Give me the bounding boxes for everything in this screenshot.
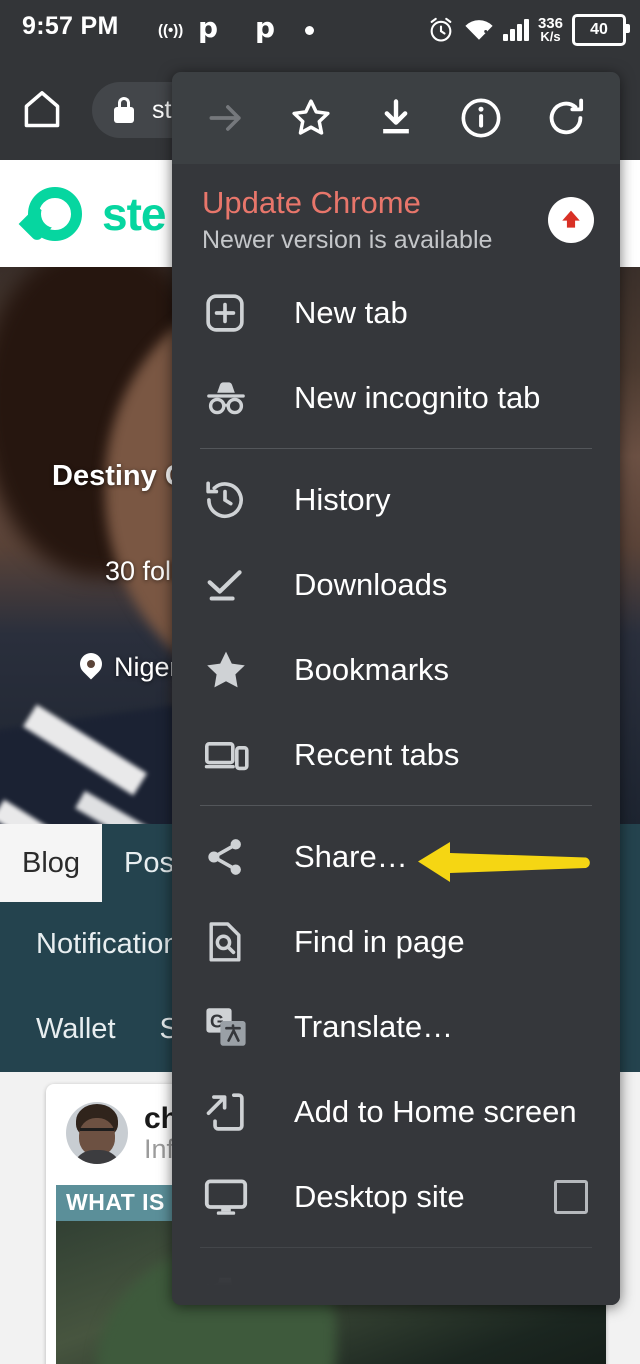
menu-item-translate[interactable]: G Translate… [172, 984, 620, 1069]
chrome-overflow-menu: Update Chrome Newer version is available… [172, 72, 620, 1305]
menu-item-label: Recent tabs [294, 736, 460, 772]
desktop-site-checkbox[interactable] [554, 1179, 588, 1214]
menu-item-label: Settings [294, 1280, 407, 1306]
menu-item-label: Share… [294, 838, 408, 874]
translate-icon: G [202, 1003, 256, 1051]
menu-item-downloads[interactable]: Downloads [172, 542, 620, 627]
menu-item-label: Add to Home screen [294, 1093, 577, 1129]
menu-divider [200, 805, 592, 806]
history-icon [202, 477, 256, 523]
recent-tabs-icon [202, 731, 256, 779]
downloads-icon [202, 562, 256, 608]
android-status-bar: 9:57 PM ((•)) p p 336 K/s 40 [0, 0, 640, 60]
menu-item-label: History [294, 481, 391, 517]
lock-icon [114, 97, 134, 123]
menu-item-label: New incognito tab [294, 379, 541, 415]
location-pin-icon [80, 653, 102, 683]
status-time: 9:57 PM [22, 12, 119, 40]
menu-item-label: Downloads [294, 566, 448, 602]
wifi-icon [465, 20, 494, 40]
find-in-page-icon [202, 919, 256, 965]
menu-item-label: Bookmarks [294, 651, 450, 687]
steemit-logo [18, 181, 88, 247]
menu-item-label: Translate… [294, 1008, 454, 1044]
new-tab-icon [202, 290, 256, 336]
site-name: ste [102, 187, 166, 240]
app-notification-icon-2: p [255, 11, 276, 44]
status-icons: 336 K/s 40 [427, 0, 630, 60]
download-icon[interactable] [366, 88, 426, 148]
yellow-arrow-left [418, 842, 590, 882]
menu-item-bookmarks[interactable]: Bookmarks [172, 627, 620, 712]
signal-bars-icon [503, 19, 529, 41]
battery-indicator: 40 [572, 14, 630, 46]
incognito-icon [202, 374, 256, 422]
battery-level: 40 [590, 21, 608, 38]
star-icon[interactable] [281, 88, 341, 148]
tab-blog[interactable]: Blog [0, 824, 103, 902]
menu-item-label: New tab [294, 294, 408, 330]
update-arrow-icon [548, 197, 594, 243]
update-chrome-title: Update Chrome [202, 185, 421, 220]
menu-item-new-tab[interactable]: New tab [172, 270, 620, 355]
cast-icon: ((•)) [158, 22, 184, 39]
dot-icon [305, 26, 314, 35]
menu-divider [200, 1247, 592, 1248]
network-speed: 336 K/s [538, 16, 563, 44]
alarm-icon [431, 17, 452, 42]
menu-divider [200, 448, 592, 449]
menu-item-label: Find in page [294, 923, 465, 959]
add-to-home-icon [202, 1089, 256, 1135]
page-info-icon[interactable] [451, 88, 511, 148]
update-chrome-subtitle: Newer version is available [202, 225, 493, 254]
desktop-site-icon [202, 1173, 256, 1221]
menu-item-find-in-page[interactable]: Find in page [172, 899, 620, 984]
menu-item-label: Desktop site [294, 1178, 465, 1214]
bookmarks-star-icon [202, 646, 256, 694]
menu-item-settings[interactable]: Settings [172, 1256, 620, 1305]
screen: 9:57 PM ((•)) p p 336 K/s 40 st ste Dest… [0, 0, 640, 1364]
avatar [66, 1102, 128, 1165]
url-text: st [152, 95, 172, 124]
menu-item-new-incognito-tab[interactable]: New incognito tab [172, 355, 620, 440]
menu-item-add-to-home-screen[interactable]: Add to Home screen [172, 1069, 620, 1154]
menu-item-desktop-site[interactable]: Desktop site [172, 1154, 620, 1239]
app-notification-icon-1: p [198, 11, 219, 44]
reload-icon[interactable] [536, 88, 596, 148]
menu-item-recent-tabs[interactable]: Recent tabs [172, 712, 620, 797]
share-icon [202, 834, 256, 880]
network-speed-unit: K/s [540, 28, 561, 44]
forward-arrow-icon[interactable] [196, 88, 256, 148]
home-icon[interactable] [20, 87, 64, 131]
update-chrome-item[interactable]: Update Chrome Newer version is available [172, 164, 620, 270]
settings-gear-icon [202, 1276, 256, 1305]
menu-toolbar-row [172, 72, 620, 164]
tab-wallet[interactable]: Wallet [14, 1013, 138, 1046]
menu-item-history[interactable]: History [172, 457, 620, 542]
